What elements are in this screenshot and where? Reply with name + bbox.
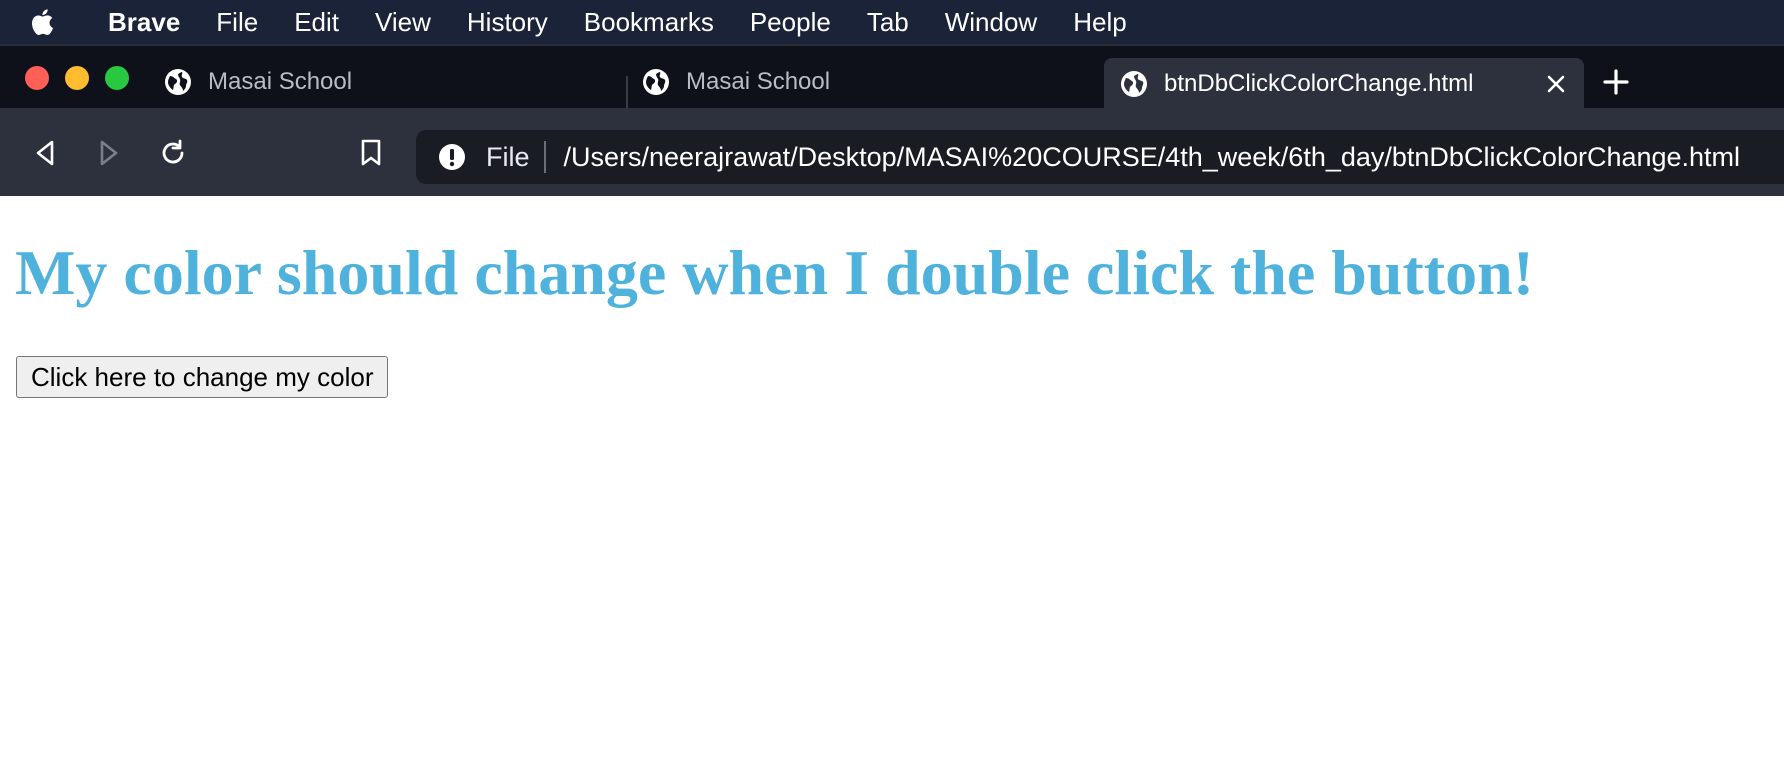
tab-masai-school-1[interactable]: Masai School bbox=[164, 56, 626, 108]
url-text[interactable]: /Users/neerajrawat/Desktop/MASAI%20COURS… bbox=[564, 142, 1741, 173]
info-icon[interactable] bbox=[438, 143, 466, 171]
globe-icon bbox=[164, 68, 192, 96]
new-tab-icon[interactable] bbox=[1598, 64, 1634, 100]
menu-tab[interactable]: Tab bbox=[849, 0, 927, 44]
reload-button[interactable] bbox=[156, 136, 190, 170]
menu-bookmarks[interactable]: Bookmarks bbox=[566, 0, 732, 44]
macos-menu-bar: Brave File Edit View History Bookmarks P… bbox=[0, 0, 1784, 44]
tab-title: Masai School bbox=[686, 68, 831, 95]
menu-edit[interactable]: Edit bbox=[276, 0, 357, 44]
menu-people[interactable]: People bbox=[732, 0, 849, 44]
menu-file[interactable]: File bbox=[198, 0, 276, 44]
apple-menu-icon[interactable] bbox=[28, 7, 82, 37]
back-arrow-icon bbox=[36, 140, 54, 166]
menu-view[interactable]: View bbox=[357, 0, 449, 44]
tab-strip: Masai School Masai School btnDbClickColo… bbox=[0, 44, 1784, 122]
menu-app-brave[interactable]: Brave bbox=[82, 0, 198, 44]
tab-title: Masai School bbox=[208, 68, 353, 95]
globe-icon bbox=[642, 68, 670, 96]
address-divider bbox=[543, 141, 546, 173]
tab-title: btnDbClickColorChange.html bbox=[1164, 70, 1474, 97]
page-heading: My color should change when I double cli… bbox=[15, 237, 1534, 308]
url-scheme-label: File bbox=[486, 141, 530, 172]
forward-button[interactable] bbox=[92, 136, 126, 170]
menu-help[interactable]: Help bbox=[1055, 0, 1144, 44]
zoom-window-button[interactable] bbox=[105, 66, 129, 90]
close-window-button[interactable] bbox=[25, 66, 49, 90]
browser-toolbar: File /Users/neerajrawat/Desktop/MASAI%20… bbox=[0, 108, 1784, 196]
tab-masai-school-2[interactable]: Masai School bbox=[642, 56, 1102, 108]
bookmark-button[interactable] bbox=[354, 136, 388, 170]
close-tab-icon[interactable] bbox=[1542, 70, 1570, 98]
tab-btn-db-click-color-change[interactable]: btnDbClickColorChange.html bbox=[1104, 58, 1584, 110]
bookmark-icon bbox=[361, 139, 381, 166]
globe-icon bbox=[1120, 70, 1148, 98]
change-color-button[interactable]: Click here to change my color bbox=[16, 356, 389, 398]
menu-window[interactable]: Window bbox=[927, 0, 1055, 44]
forward-arrow-icon bbox=[100, 140, 118, 166]
minimize-window-button[interactable] bbox=[65, 66, 89, 90]
menu-history[interactable]: History bbox=[449, 0, 566, 44]
page-content: My color should change when I double cli… bbox=[0, 196, 1784, 758]
address-bar[interactable]: File /Users/neerajrawat/Desktop/MASAI%20… bbox=[416, 130, 1784, 184]
back-button[interactable] bbox=[28, 136, 62, 170]
reload-icon bbox=[162, 139, 184, 164]
